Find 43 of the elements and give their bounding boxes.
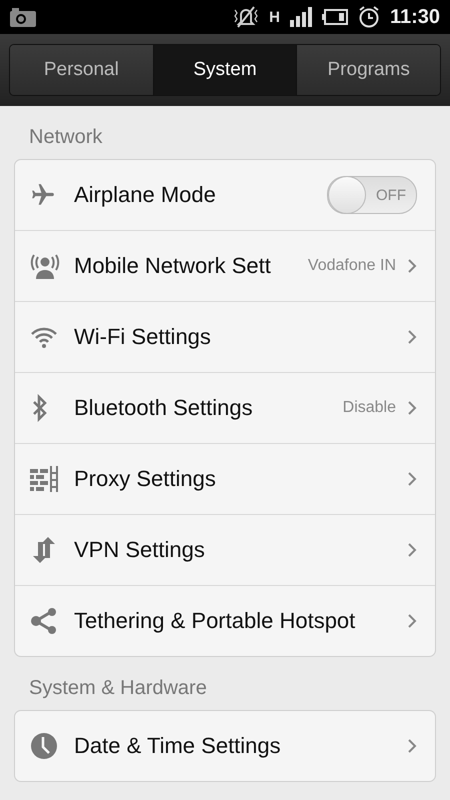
wifi-icon	[30, 325, 58, 349]
row-label: Bluetooth Settings	[74, 395, 254, 421]
settings-row[interactable]: Proxy Settings	[15, 444, 435, 515]
row-label: Date & Time Settings	[74, 733, 282, 759]
section-title: System & Hardware	[28, 676, 208, 701]
row-label: Mobile Network Sett	[74, 253, 272, 279]
tab[interactable]: Personal	[10, 45, 154, 95]
signal-icon	[290, 7, 312, 27]
settings-row[interactable]: Bluetooth Settings Disable	[15, 373, 435, 444]
chevron-right-icon	[408, 472, 417, 486]
row-value: Disable	[342, 399, 396, 417]
chevron-right-icon	[408, 330, 417, 344]
alarm-clock-icon	[358, 6, 380, 28]
section-title: Network	[28, 125, 104, 150]
settings-row[interactable]: Airplane Mode OFF	[15, 160, 435, 231]
row-label: Tethering & Portable Hotspot	[74, 608, 356, 634]
row-value: Vodafone IN	[308, 257, 396, 275]
chevron-right-icon	[408, 614, 417, 628]
chevron-right-icon	[408, 739, 417, 753]
settings-row[interactable]: Wi-Fi Settings	[15, 302, 435, 373]
muted-bell-icon	[233, 6, 260, 28]
tab[interactable]: Programs	[297, 45, 440, 95]
settings-row[interactable]: Date & Time Settings	[15, 711, 435, 781]
row-label: VPN Settings	[74, 537, 206, 563]
airplane-icon	[30, 182, 56, 208]
brick-wall-icon	[30, 466, 58, 492]
row-label: Wi-Fi Settings	[74, 324, 212, 350]
network-type: H	[269, 8, 280, 26]
chevron-right-icon	[408, 401, 417, 415]
settings-row[interactable]: Mobile Network Sett Vodafone IN	[15, 231, 435, 302]
settings-row[interactable]: Tethering & Portable Hotspot	[15, 586, 435, 656]
antenna-user-icon	[30, 253, 60, 279]
row-label: Airplane Mode	[74, 182, 217, 208]
tab[interactable]: System	[154, 45, 298, 95]
clock-icon	[30, 732, 58, 760]
battery-icon	[322, 9, 348, 25]
chevron-right-icon	[408, 259, 417, 273]
share-icon	[30, 607, 58, 635]
chevron-right-icon	[408, 543, 417, 557]
clock-time: 11:30	[390, 6, 440, 28]
camera-icon	[10, 7, 36, 27]
settings-row[interactable]: VPN Settings	[15, 515, 435, 586]
row-label: Proxy Settings	[74, 466, 217, 492]
